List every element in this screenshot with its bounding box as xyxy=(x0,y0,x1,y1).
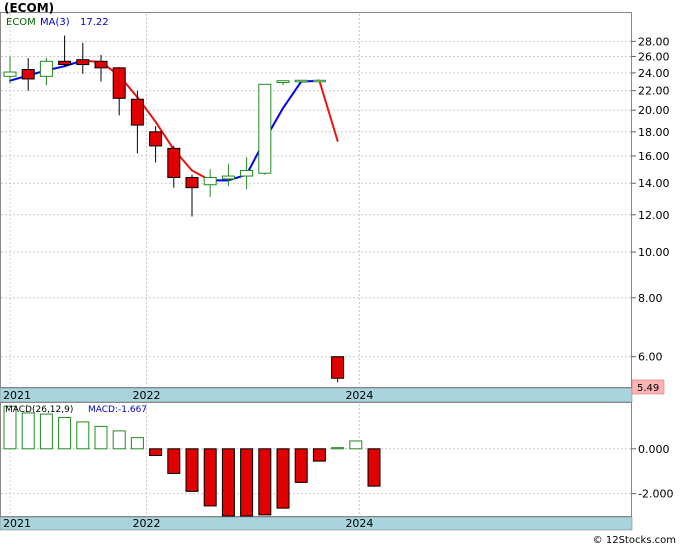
macd-bar xyxy=(167,448,181,474)
macd-bar xyxy=(349,440,363,450)
macd-x-tick-label: 2024 xyxy=(345,517,373,530)
price-x-tick-label: 2021 xyxy=(3,389,31,402)
price-y-tick-label: 26.00 xyxy=(638,51,670,64)
macd-y-tick-labels: 0.000 -2.000 xyxy=(631,443,673,501)
macd-bar xyxy=(94,425,108,450)
macd-bar xyxy=(76,421,90,450)
candle xyxy=(312,79,326,83)
macd-bar xyxy=(39,413,53,450)
price-y-tick-label: 16.00 xyxy=(638,150,670,163)
macd-bar xyxy=(294,448,308,483)
macd-panel: 0.000 -2.000 MACD(26,12,9) MACD:-1.667 20… xyxy=(0,402,673,531)
macd-bar xyxy=(312,448,326,462)
stock-chart: 28.00 26.00 24.00 22.00 20.00 18.00 16.00 14.00… xyxy=(0,1,676,546)
candle-body xyxy=(221,175,235,180)
macd-x-tick-label: 2022 xyxy=(133,517,161,530)
legend-ma-label: MA(3) xyxy=(40,17,70,28)
macd-bar xyxy=(240,448,254,517)
macd-bar xyxy=(276,448,290,509)
price-y-tick-label: 6.00 xyxy=(638,351,663,364)
macd-bar xyxy=(367,448,381,487)
candle xyxy=(294,79,308,83)
legend-ma-value: 17.22 xyxy=(80,17,109,28)
candle-body xyxy=(39,60,53,77)
price-y-tick-label: 8.00 xyxy=(638,292,663,305)
price-plot-frame xyxy=(0,12,632,388)
legend-symbol: ECOM xyxy=(6,17,36,28)
macd-bar xyxy=(203,448,217,507)
price-y-tick-label: 18.00 xyxy=(638,126,670,139)
macd-y-tick-label: 0.000 xyxy=(638,443,670,456)
price-panel: 28.00 26.00 24.00 22.00 20.00 18.00 16.00 14.00… xyxy=(0,1,670,403)
candle-body xyxy=(294,79,308,83)
macd-x-tick-label: 2021 xyxy=(3,517,31,530)
candle-body xyxy=(3,71,17,77)
candle xyxy=(258,83,272,175)
candle xyxy=(331,356,345,383)
candle-body xyxy=(112,67,126,99)
macd-bar xyxy=(331,447,345,450)
candle-body xyxy=(276,80,290,84)
price-y-tick-label: 28.00 xyxy=(638,35,670,48)
chart-title: (ECOM) xyxy=(4,1,54,15)
watermark: © 12Stocks.com xyxy=(593,535,676,546)
price-x-axis-band xyxy=(0,387,633,403)
macd-bar xyxy=(258,448,272,516)
candle-body xyxy=(58,60,72,66)
candle-body xyxy=(167,147,181,178)
price-y-tick-labels: 28.00 26.00 24.00 22.00 20.00 18.00 16.00 14.00… xyxy=(631,35,670,364)
macd-y-tick-label: -2.000 xyxy=(638,488,673,501)
candle-body xyxy=(21,69,35,80)
macd-bar xyxy=(149,448,163,457)
candle-body xyxy=(312,79,326,83)
candle-body xyxy=(149,131,163,147)
price-y-tick-label: 12.00 xyxy=(638,209,670,222)
macd-bar xyxy=(185,448,199,492)
price-y-tick-label: 24.00 xyxy=(638,67,670,80)
candle-body xyxy=(331,356,345,379)
price-y-tick-label: 14.00 xyxy=(638,177,670,190)
last-price-label: 5.49 xyxy=(637,383,659,394)
candle-body xyxy=(185,176,199,189)
macd-bar xyxy=(58,416,72,450)
macd-label: MACD(26,12,9) xyxy=(5,405,73,415)
macd-bar xyxy=(21,412,35,450)
candle-body xyxy=(240,169,254,177)
price-y-tick-label: 22.00 xyxy=(638,85,670,98)
candle-body xyxy=(258,83,272,174)
price-x-tick-label: 2022 xyxy=(133,389,161,402)
candle-body xyxy=(94,60,108,69)
macd-bar xyxy=(112,430,126,450)
price-y-tick-label: 10.00 xyxy=(638,246,670,259)
candle-body xyxy=(76,59,90,66)
macd-bar xyxy=(221,448,235,517)
macd-bar xyxy=(130,437,144,450)
candle-body xyxy=(203,176,217,186)
candle-body xyxy=(130,98,144,126)
price-legend: ECOM MA(3) 17.22 xyxy=(6,17,109,28)
price-y-tick-label: 20.00 xyxy=(638,104,670,117)
macd-x-axis-band xyxy=(0,516,633,531)
macd-value-label: MACD:-1.667 xyxy=(88,405,147,415)
price-x-tick-label: 2024 xyxy=(345,389,373,402)
